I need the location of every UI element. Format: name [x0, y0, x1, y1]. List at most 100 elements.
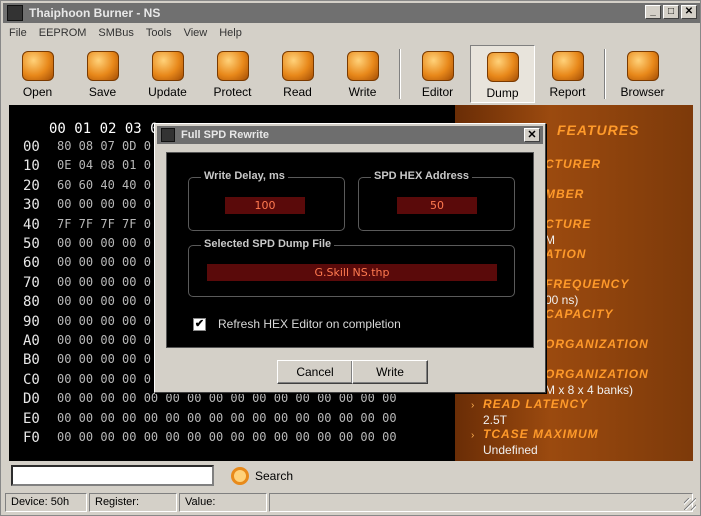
hex-row[interactable]: 30 00 00 00 00 0 [23, 197, 151, 213]
menu-view[interactable]: View [178, 27, 214, 39]
feature-heading: TCASE MAXIMUM [483, 427, 599, 441]
app-icon [161, 128, 175, 142]
hex-row[interactable]: 70 00 00 00 00 0 [23, 275, 151, 291]
hex-row-bytes[interactable]: 00 00 00 00 00 00 00 00 00 00 00 00 00 0… [57, 391, 397, 407]
save-label: Save [88, 85, 117, 99]
hex-row-bytes[interactable]: 0E 04 08 01 0 [57, 158, 151, 174]
hex-row-bytes[interactable]: 00 00 00 00 00 00 00 00 00 00 00 00 00 0… [57, 411, 397, 427]
cancel-button[interactable]: Cancel [277, 360, 353, 384]
dump-button[interactable]: Dump [470, 45, 535, 103]
hex-row-address: F0 [23, 430, 40, 446]
hex-row[interactable]: 80 00 00 00 00 0 [23, 294, 151, 310]
write-label: Write [348, 85, 377, 99]
open-label: Open [22, 85, 53, 99]
report-label: Report [549, 85, 586, 99]
maximize-button[interactable]: □ [663, 5, 679, 19]
feature-heading: ORGANIZATION [545, 367, 649, 381]
hex-row-address: 90 [23, 313, 40, 330]
browser-button[interactable]: Browser [610, 45, 675, 103]
hex-row[interactable]: C0 00 00 00 00 0 [23, 372, 151, 388]
refresh-checkbox[interactable]: ✔ [193, 317, 206, 331]
spd-hex-address-group: SPD HEX Address 50 [358, 170, 515, 231]
spd-hex-address-label: SPD HEX Address [371, 170, 472, 182]
hex-row[interactable]: D0 00 00 00 00 00 00 00 00 00 00 00 00 00… [23, 391, 397, 407]
open-button[interactable]: Open [5, 45, 70, 103]
search-bar: Search [9, 463, 693, 489]
hex-row-address: 60 [23, 255, 40, 272]
spd-dump-file-field[interactable]: G.Skill NS.thp [207, 264, 497, 281]
browser-label: Browser [620, 85, 665, 99]
spd-hex-address-field[interactable]: 50 [397, 197, 477, 214]
hex-row-bytes[interactable]: 00 00 00 00 0 [57, 352, 151, 368]
toolbar: Open Save Update Protect Read Write Edit… [5, 45, 697, 103]
feature-value: 00 ns) [545, 293, 579, 307]
hex-row-bytes[interactable]: 00 00 00 00 0 [57, 197, 151, 213]
menu-help[interactable]: Help [213, 27, 248, 39]
hex-column-header: 00 01 02 03 0 [49, 121, 159, 137]
hex-row-address: 50 [23, 236, 40, 252]
hex-row-address: C0 [23, 371, 40, 388]
report-icon [551, 51, 584, 81]
hex-row[interactable]: B0 00 00 00 00 0 [23, 352, 151, 368]
close-button[interactable]: ✕ [681, 5, 697, 19]
protect-button[interactable]: Protect [200, 45, 265, 103]
menu-eeprom[interactable]: EEPROM [33, 27, 93, 39]
hex-row[interactable]: 90 00 00 00 00 0 [23, 314, 151, 330]
hex-row-bytes[interactable]: 00 00 00 00 0 [57, 333, 151, 349]
hex-row-address: A0 [23, 333, 40, 349]
hex-row-bytes[interactable]: 00 00 00 00 0 [57, 372, 151, 388]
hex-row-bytes[interactable]: 00 00 00 00 0 [57, 314, 151, 330]
main-window: Thaiphoon Burner - NS _ □ ✕ File EEPROM … [0, 0, 701, 516]
write-button[interactable]: Write [330, 45, 395, 103]
hex-row[interactable]: 60 00 00 00 00 0 [23, 255, 151, 271]
hex-row-bytes[interactable]: 00 00 00 00 0 [57, 236, 151, 252]
hex-row-bytes[interactable]: 60 60 40 40 0 [57, 178, 151, 194]
refresh-option: ✔ Refresh HEX Editor on completion [193, 317, 401, 331]
menu-smbus[interactable]: SMBus [92, 27, 139, 39]
read-icon [281, 51, 314, 81]
hex-row[interactable]: 20 60 60 40 40 0 [23, 178, 151, 194]
open-folder-icon [21, 51, 54, 81]
status-bar: Device: 50h Register: Value: [5, 493, 698, 512]
update-button[interactable]: Update [135, 45, 200, 103]
write-confirm-button[interactable]: Write [352, 360, 428, 384]
search-input[interactable] [11, 465, 214, 486]
arrow-icon: › [471, 430, 475, 441]
feature-heading: ATION [545, 247, 587, 261]
hex-row-bytes[interactable]: 00 00 00 00 00 00 00 00 00 00 00 00 00 0… [57, 430, 397, 446]
feature-heading: ORGANIZATION [545, 337, 649, 351]
lock-icon [216, 51, 249, 81]
hex-row[interactable]: 40 7F 7F 7F 7F 0 [23, 217, 151, 233]
update-label: Update [148, 85, 187, 99]
hex-row-address: 20 [23, 177, 40, 194]
hex-row-bytes[interactable]: 7F 7F 7F 7F 0 [57, 217, 151, 233]
window-title: Thaiphoon Burner - NS [29, 6, 161, 20]
read-button[interactable]: Read [265, 45, 330, 103]
hex-row-bytes[interactable]: 00 00 00 00 0 [57, 294, 151, 310]
resize-grip[interactable] [684, 498, 696, 510]
title-bar: Thaiphoon Burner - NS _ □ ✕ [3, 3, 700, 23]
menu-file[interactable]: File [3, 27, 33, 39]
hex-row-bytes[interactable]: 80 08 07 0D 0 [57, 139, 151, 155]
minimize-button[interactable]: _ [645, 5, 661, 19]
report-button[interactable]: Report [535, 45, 600, 103]
hex-row[interactable]: 10 0E 04 08 01 0 [23, 158, 151, 174]
menu-tools[interactable]: Tools [140, 27, 178, 39]
search-button[interactable]: Search [231, 465, 293, 487]
editor-button[interactable]: Editor [405, 45, 470, 103]
hex-row-bytes[interactable]: 00 00 00 00 0 [57, 255, 151, 271]
write-icon [346, 51, 379, 81]
hex-row[interactable]: 50 00 00 00 00 0 [23, 236, 151, 252]
spd-dump-file-group: Selected SPD Dump File G.Skill NS.thp [188, 238, 515, 297]
hex-row[interactable]: E0 00 00 00 00 00 00 00 00 00 00 00 00 00… [23, 411, 397, 427]
dialog-close-button[interactable]: ✕ [524, 128, 540, 142]
feature-heading: CTURE [545, 217, 592, 231]
write-delay-field[interactable]: 100 [225, 197, 305, 214]
hex-row[interactable]: A0 00 00 00 00 0 [23, 333, 151, 349]
hex-row[interactable]: F0 00 00 00 00 00 00 00 00 00 00 00 00 00… [23, 430, 397, 446]
feature-heading: READ LATENCY [483, 397, 589, 411]
save-button[interactable]: Save [70, 45, 135, 103]
hex-row[interactable]: 00 80 08 07 0D 0 [23, 139, 151, 155]
hex-row-address: E0 [23, 410, 40, 427]
hex-row-bytes[interactable]: 00 00 00 00 0 [57, 275, 151, 291]
